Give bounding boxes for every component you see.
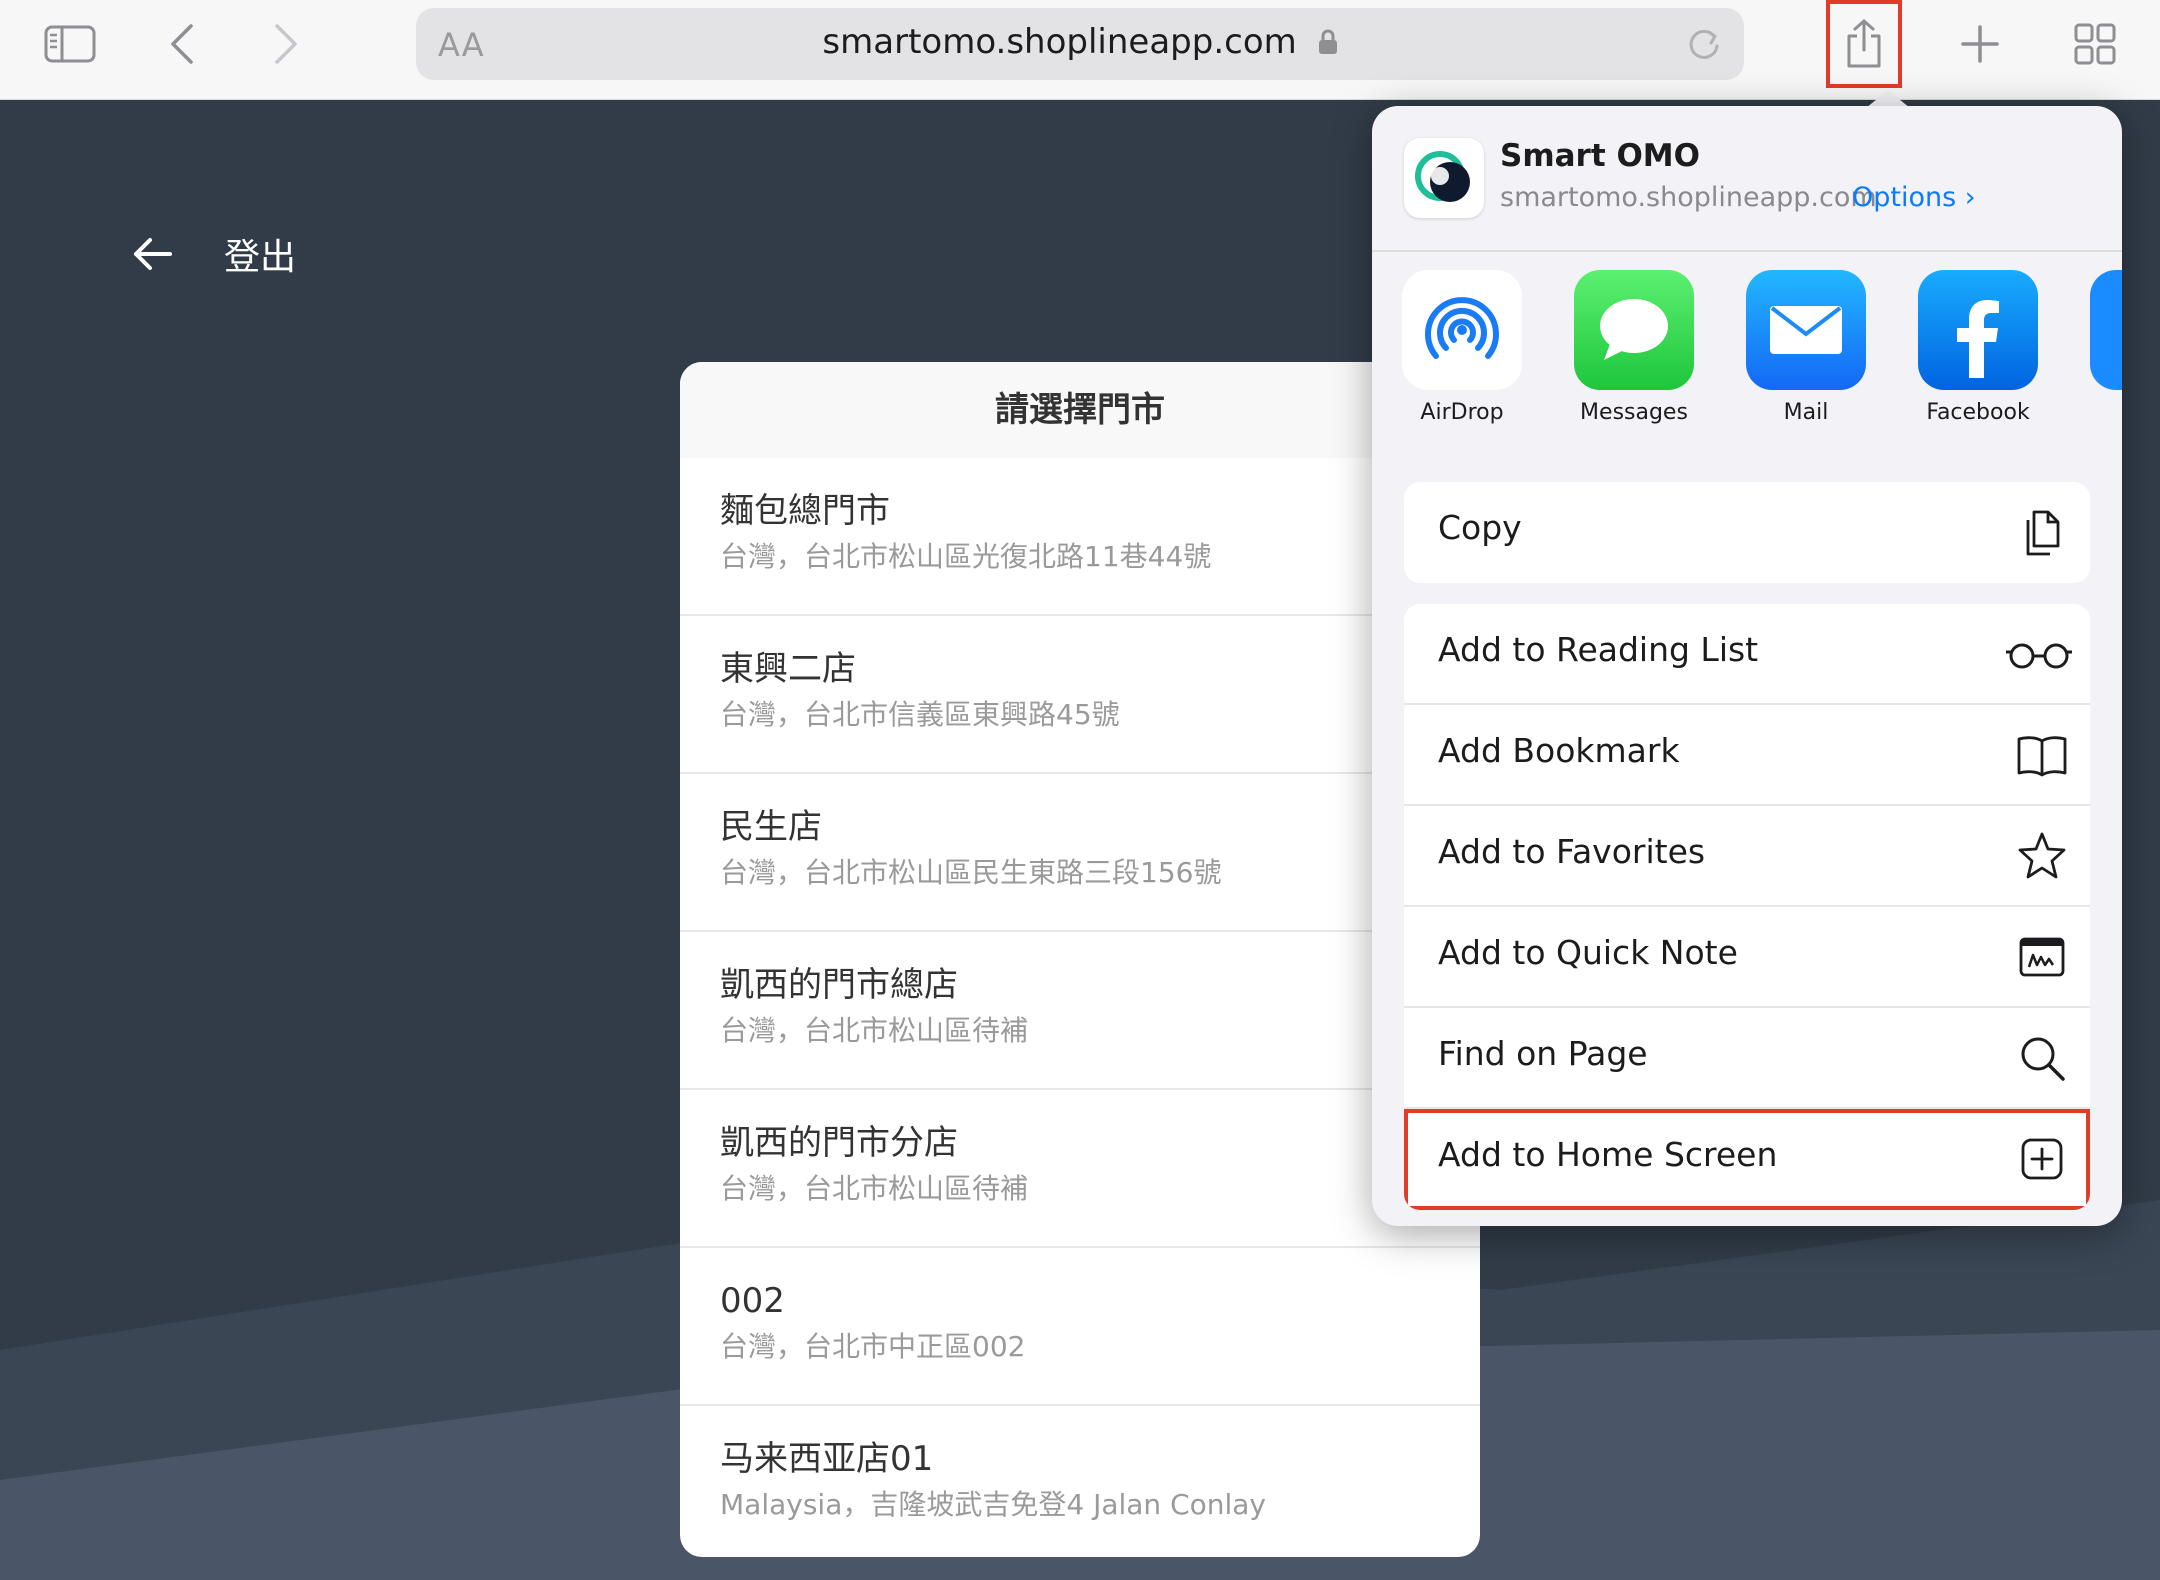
glasses-icon — [2004, 628, 2074, 680]
forward-icon[interactable] — [264, 20, 308, 68]
share-sheet-header: Smart OMO smartomo.shoplineapp.com Optio… — [1372, 106, 2122, 252]
mail-icon — [1746, 270, 1866, 390]
share-app-facebook[interactable]: Facebook — [1908, 270, 2048, 425]
share-icon[interactable] — [1826, 0, 1902, 88]
copy-button[interactable]: Copy — [1404, 482, 2090, 583]
share-sheet: Smart OMO smartomo.shoplineapp.com Optio… — [1372, 106, 2122, 1226]
store-name: 民生店 — [720, 807, 822, 847]
share-app-row: AirDrop Messages Mail Facebook — [1372, 270, 2122, 430]
add-to-favorites-button[interactable]: Add to Favorites — [1404, 806, 2090, 907]
add-to-home-screen-button[interactable]: Add to Home Screen — [1404, 1109, 2090, 1210]
options-link[interactable]: Options › — [1852, 182, 1976, 213]
share-app-label: AirDrop — [1420, 400, 1504, 425]
store-name: 麵包總門市 — [720, 491, 890, 531]
site-url: smartomo.shoplineapp.com — [1500, 182, 1877, 213]
store-address: 台灣，台北市松山區待補 — [720, 1172, 1029, 1205]
action-label: Add to Quick Note — [1438, 933, 1738, 972]
site-icon — [1404, 138, 1484, 218]
add-to-reading-list-button[interactable]: Add to Reading List — [1404, 604, 2090, 705]
share-app-messages[interactable]: Messages — [1564, 270, 1704, 425]
back-icon[interactable] — [160, 20, 204, 68]
share-app-mail[interactable]: Mail — [1736, 270, 1876, 425]
store-item[interactable]: 凱西的門市分店 台灣，台北市松山區待補 — [680, 1090, 1480, 1248]
action-label: Add to Home Screen — [1438, 1135, 1778, 1174]
address-bar[interactable]: AA smartomo.shoplineapp.com — [416, 8, 1744, 80]
store-picker: 請選擇門市 麵包總門市 台灣，台北市松山區光復北路11巷44號 東興二店 台灣，… — [680, 362, 1480, 1557]
store-address: 台灣，台北市松山區民生東路三段156號 — [720, 856, 1222, 889]
store-address: 台灣，台北市中正區002 — [720, 1330, 1026, 1363]
add-bookmark-button[interactable]: Add Bookmark — [1404, 705, 2090, 806]
store-item[interactable]: 002 台灣，台北市中正區002 — [680, 1248, 1480, 1406]
store-item[interactable]: 马来西亚店01 Malaysia，吉隆坡武吉免登4 Jalan Conlay — [680, 1406, 1480, 1557]
store-name: 東興二店 — [720, 649, 856, 689]
store-address: 台灣，台北市松山區待補 — [720, 1014, 1029, 1047]
app-icon — [2090, 270, 2122, 390]
share-app-label: Mail — [1783, 400, 1829, 425]
browser-toolbar: AA smartomo.shoplineapp.com — [0, 0, 2160, 100]
action-label: Add to Reading List — [1438, 630, 1759, 669]
store-picker-title: 請選擇門市 — [680, 362, 1480, 458]
copy-icon — [2016, 506, 2068, 558]
action-label: Add Bookmark — [1438, 731, 1680, 770]
store-name: 马来西亚店01 — [720, 1439, 934, 1479]
action-label: Find on Page — [1438, 1034, 1648, 1073]
url-field[interactable]: smartomo.shoplineapp.com — [416, 22, 1744, 64]
logout-label: 登出 — [224, 237, 297, 278]
logout-button[interactable]: 登出 — [130, 228, 296, 280]
new-tab-icon[interactable] — [1950, 20, 2010, 68]
url-text: smartomo.shoplineapp.com — [822, 22, 1297, 62]
magnifier-icon — [2016, 1032, 2068, 1084]
copy-group: Copy — [1404, 482, 2090, 583]
airdrop-icon — [1402, 270, 1522, 390]
facebook-icon — [1918, 270, 2038, 390]
share-app-label: Facebook — [1926, 400, 2030, 425]
sidebar-icon[interactable] — [40, 22, 100, 66]
share-app-label: Messages — [1580, 400, 1688, 425]
action-list: Add to Reading List Add Bookmark Add to … — [1404, 604, 2090, 1210]
back-arrow-icon — [134, 238, 172, 270]
quick-note-icon — [2016, 931, 2068, 983]
share-app-airdrop[interactable]: AirDrop — [1392, 270, 1532, 425]
book-icon — [2016, 729, 2068, 781]
tab-overview-icon[interactable] — [2066, 20, 2124, 68]
store-name: 凱西的門市分店 — [720, 1123, 958, 1163]
action-label: Copy — [1438, 508, 1522, 547]
store-address: 台灣，台北市信義區東興路45號 — [720, 698, 1120, 731]
store-address: Malaysia，吉隆坡武吉免登4 Jalan Conlay — [720, 1488, 1267, 1521]
lock-icon — [1318, 24, 1338, 64]
store-name: 002 — [720, 1281, 785, 1321]
star-icon — [2016, 830, 2068, 882]
store-item[interactable]: 民生店 台灣，台北市松山區民生東路三段156號 — [680, 774, 1480, 932]
add-to-quick-note-button[interactable]: Add to Quick Note — [1404, 907, 2090, 1008]
store-name: 凱西的門市總店 — [720, 965, 958, 1005]
store-item[interactable]: 東興二店 台灣，台北市信義區東興路45號 — [680, 616, 1480, 774]
store-item[interactable]: 麵包總門市 台灣，台北市松山區光復北路11巷44號 — [680, 458, 1480, 616]
store-address: 台灣，台北市松山區光復北路11巷44號 — [720, 540, 1212, 573]
site-name: Smart OMO — [1500, 138, 1701, 174]
action-label: Add to Favorites — [1438, 832, 1706, 871]
plus-square-icon — [2016, 1133, 2068, 1185]
store-item[interactable]: 凱西的門市總店 台灣，台北市松山區待補 — [680, 932, 1480, 1090]
find-on-page-button[interactable]: Find on Page — [1404, 1008, 2090, 1109]
share-app-more[interactable] — [2080, 270, 2122, 390]
reload-icon[interactable] — [1686, 26, 1722, 62]
messages-icon — [1574, 270, 1694, 390]
